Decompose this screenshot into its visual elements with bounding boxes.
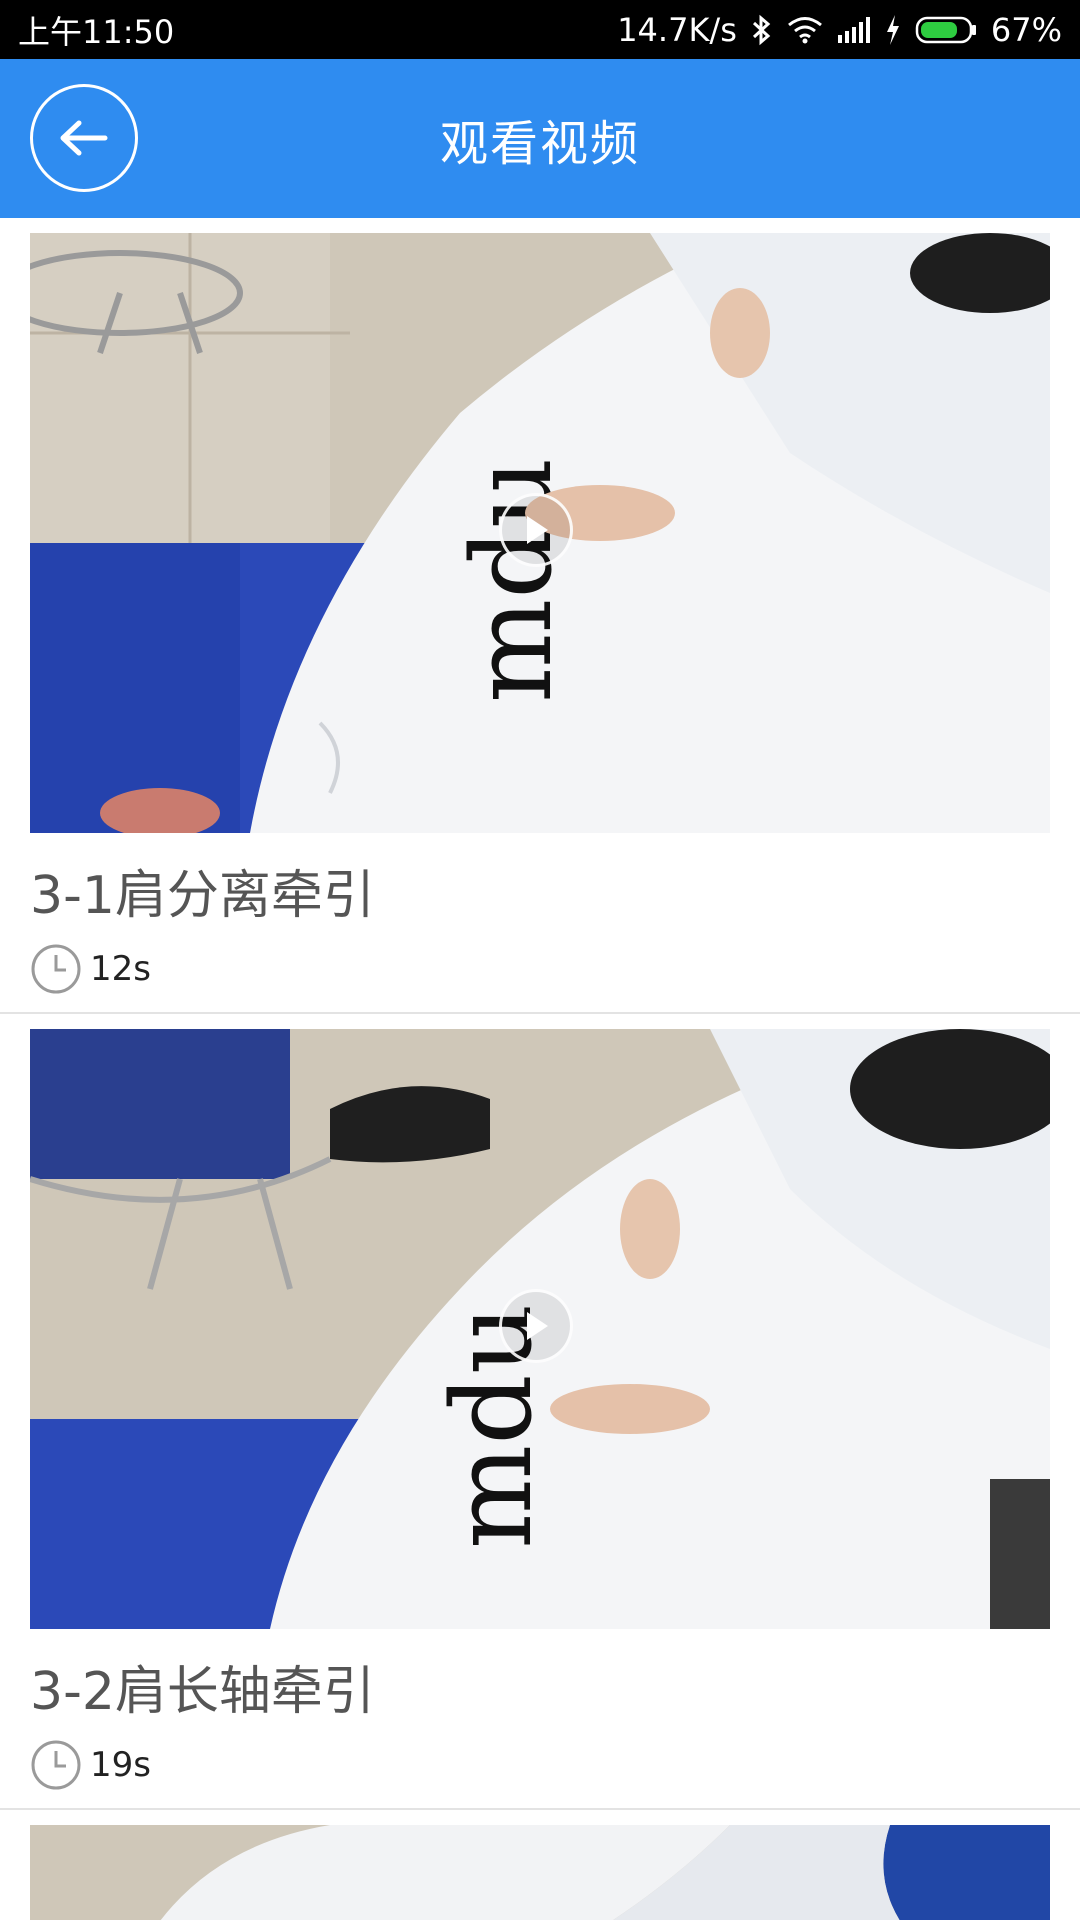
charging-icon	[885, 14, 901, 45]
video-thumbnail[interactable]	[30, 1825, 1050, 1920]
play-icon	[521, 513, 551, 547]
duration-row: 19s	[30, 1739, 151, 1791]
wifi-icon	[787, 16, 823, 44]
status-bar: 上午11:50 14.7K/s 67%	[0, 0, 1080, 59]
page-title: 观看视频	[439, 115, 640, 172]
duration-row: 12s	[30, 943, 151, 995]
video-card[interactable]	[0, 1810, 1080, 1920]
play-button[interactable]	[499, 493, 573, 567]
video-thumbnail[interactable]: mdu	[30, 233, 1050, 833]
video-card[interactable]: mdu 3-1肩分离牵引 12s	[0, 218, 1080, 1014]
video-list: mdu 3-1肩分离牵引 12s mdu 3-2肩长轴牵引 19s	[0, 218, 1080, 1920]
clock-icon	[30, 943, 82, 995]
bluetooth-icon	[751, 14, 773, 46]
video-duration: 19s	[90, 1745, 151, 1785]
battery-percent: 67%	[990, 10, 1062, 49]
app-bar: 观看视频	[0, 59, 1080, 218]
video-card[interactable]: mdu 3-2肩长轴牵引 19s	[0, 1014, 1080, 1810]
signal-icon	[837, 16, 871, 43]
play-button[interactable]	[499, 1289, 573, 1363]
video-title[interactable]: 3-1肩分离牵引	[30, 853, 375, 928]
clock-icon	[30, 1739, 82, 1791]
video-thumbnail[interactable]: mdu	[30, 1029, 1050, 1629]
video-duration: 12s	[90, 949, 151, 989]
status-time: 上午11:50	[18, 12, 175, 51]
network-speed: 14.7K/s	[617, 10, 737, 49]
back-button[interactable]	[30, 84, 138, 192]
battery-icon	[915, 15, 977, 45]
arrow-left-icon	[57, 118, 111, 158]
video-title[interactable]: 3-2肩长轴牵引	[30, 1649, 375, 1724]
play-icon	[521, 1309, 551, 1343]
